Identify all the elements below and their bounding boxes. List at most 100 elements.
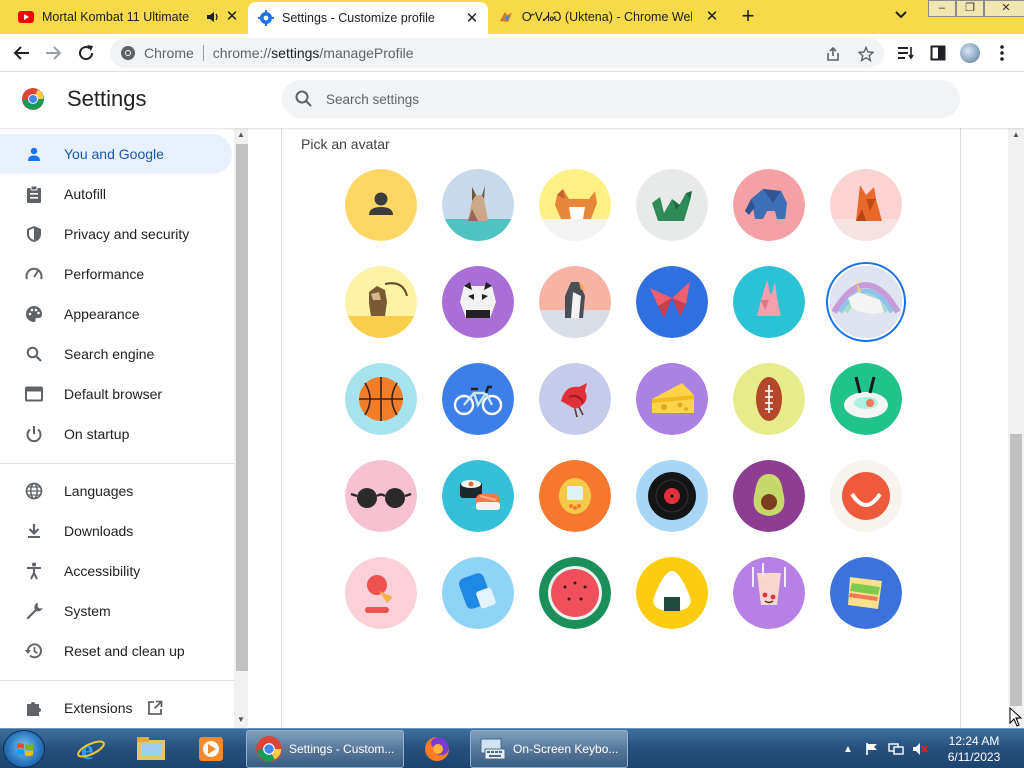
show-hidden-icons-icon[interactable]: ▲ (840, 741, 856, 757)
avatar-origami-butterfly[interactable] (636, 266, 708, 338)
history-icon (24, 641, 44, 661)
sidebar-item-accessibility[interactable]: Accessibility (0, 551, 232, 591)
start-button[interactable] (3, 730, 45, 768)
volume-muted-icon[interactable] (912, 741, 928, 757)
avatar-pizza[interactable] (733, 557, 805, 629)
tab-chrome-web-store[interactable]: ᏅᏙᏗᏍ (Uktena) - Chrome Web S ✕ (488, 0, 728, 34)
avatar-popsicle[interactable] (442, 557, 514, 629)
avatar-origami-dragon[interactable] (636, 169, 708, 241)
speaker-icon[interactable] (206, 10, 220, 24)
sidebar-item-languages[interactable]: Languages (0, 471, 232, 511)
minimize-button[interactable]: – (928, 0, 956, 17)
avatar-vinyl-record[interactable] (636, 460, 708, 532)
avatar-bicycle[interactable] (442, 363, 514, 435)
avatar-sunglasses[interactable] (345, 460, 417, 532)
open-in-new-icon (148, 700, 163, 715)
sidebar-item-extensions[interactable]: Extensions (0, 688, 232, 728)
sidebar-item-you-and-google[interactable]: You and Google (0, 134, 232, 174)
search-input[interactable] (326, 91, 886, 107)
internet-explorer-icon[interactable]: e (66, 731, 116, 767)
speedometer-icon (24, 264, 44, 284)
sidebar-item-reset-and-clean-up[interactable]: Reset and clean up (0, 631, 232, 671)
share-icon[interactable] (823, 44, 843, 64)
avatar-origami-penguin[interactable] (539, 266, 611, 338)
network-icon[interactable] (888, 741, 904, 757)
file-explorer-icon[interactable] (126, 731, 176, 767)
avatar-tamagotchi[interactable] (539, 460, 611, 532)
settings-gear-icon (258, 10, 274, 26)
globe-icon (24, 481, 44, 501)
profile-avatar-button[interactable] (960, 43, 980, 63)
sidebar-item-appearance[interactable]: Appearance (0, 294, 232, 334)
avatar-generic-person[interactable] (345, 169, 417, 241)
restore-button[interactable]: ❐ (956, 0, 984, 17)
avatar-watermelon[interactable] (539, 557, 611, 629)
avatar-origami-monkey[interactable] (345, 266, 417, 338)
palette-icon (24, 304, 44, 324)
address-bar[interactable]: Chrome chrome://settings/manageProfile (110, 38, 884, 68)
taskbar-chrome-settings[interactable]: Settings - Custom... (246, 730, 404, 768)
system-tray: ▲ (840, 729, 936, 768)
clock-time: 12:24 AM (948, 734, 1000, 748)
avatar-ice-cream[interactable] (345, 557, 417, 629)
action-center-flag-icon[interactable] (864, 741, 880, 757)
sidebar-scrollbar[interactable]: ▲ ▼ (234, 128, 248, 728)
avatar-avocado[interactable] (733, 460, 805, 532)
new-tab-button[interactable]: + (737, 5, 759, 28)
settings-search-box[interactable] (282, 80, 960, 118)
taskbar-clock[interactable]: 12:24 AM 6/11/2023 (936, 733, 1012, 765)
sidebar-item-autofill[interactable]: Autofill (0, 174, 232, 214)
forward-arrow-icon (46, 46, 62, 60)
sidebar-item-on-startup[interactable]: On startup (0, 414, 232, 454)
tab-mortal-kombat[interactable]: Mortal Kombat 11 Ultimate ✕ (8, 0, 248, 34)
main-scrollbar[interactable]: ▲ ▼ (1008, 128, 1024, 728)
sidebar-item-search-engine[interactable]: Search engine (0, 334, 232, 374)
sidebar-item-privacy-and-security[interactable]: Privacy and security (0, 214, 232, 254)
close-tab-icon[interactable]: ✕ (224, 9, 240, 25)
browser-toolbar: Chrome chrome://settings/manageProfile (0, 34, 1024, 72)
avatar-smiley-face[interactable] (830, 460, 902, 532)
avatar-onigiri[interactable] (636, 557, 708, 629)
forward-button[interactable] (43, 42, 65, 64)
sidebar-item-performance[interactable]: Performance (0, 254, 232, 294)
scrollbar-thumb[interactable] (236, 144, 248, 671)
back-button[interactable] (10, 42, 32, 64)
avatar-origami-rabbit[interactable] (733, 266, 805, 338)
avatar-origami-cat[interactable] (442, 169, 514, 241)
bookmark-star-icon[interactable] (856, 44, 876, 64)
avatar-sandwich[interactable] (830, 557, 902, 629)
reload-icon (79, 45, 94, 61)
clock-date: 6/11/2023 (947, 750, 1001, 764)
firefox-icon[interactable] (412, 731, 462, 767)
avatar-origami-fox[interactable] (830, 169, 902, 241)
tab-settings[interactable]: Settings - Customize profile ✕ (248, 2, 488, 34)
sidebar-item-default-browser[interactable]: Default browser (0, 374, 232, 414)
shield-icon (24, 224, 44, 244)
avatar-sushi-rolls[interactable] (442, 460, 514, 532)
windows-logo-icon (17, 743, 33, 756)
taskbar-on-screen-keyboard[interactable]: On-Screen Keybo... (470, 730, 628, 768)
avatar-origami-unicorn-selected[interactable] (830, 266, 902, 338)
media-player-icon[interactable] (186, 731, 236, 767)
avatar-basketball[interactable] (345, 363, 417, 435)
avatar-origami-panda[interactable] (442, 266, 514, 338)
task-label: On-Screen Keybo... (513, 742, 619, 756)
close-tab-icon[interactable]: ✕ (464, 11, 480, 27)
window-close-button[interactable]: ✕ (984, 0, 1024, 17)
reload-button[interactable] (75, 42, 97, 64)
scrollbar-thumb[interactable] (1010, 434, 1022, 706)
sidebar-item-downloads[interactable]: Downloads (0, 511, 232, 551)
avatar-cheese[interactable] (636, 363, 708, 435)
tab-search-chevron-icon[interactable] (895, 8, 907, 22)
close-tab-icon[interactable]: ✕ (704, 9, 720, 25)
page-title: Settings (67, 86, 147, 111)
sidebar-item-system[interactable]: System (0, 591, 232, 631)
avatar-bird[interactable] (539, 363, 611, 435)
side-panel-icon[interactable] (928, 43, 948, 63)
avatar-sushi-plate[interactable] (830, 363, 902, 435)
avatar-origami-corgi[interactable] (539, 169, 611, 241)
avatar-origami-elephant[interactable] (733, 169, 805, 241)
reading-list-icon[interactable] (896, 43, 916, 63)
chrome-menu-icon[interactable] (992, 43, 1012, 63)
avatar-football[interactable] (733, 363, 805, 435)
